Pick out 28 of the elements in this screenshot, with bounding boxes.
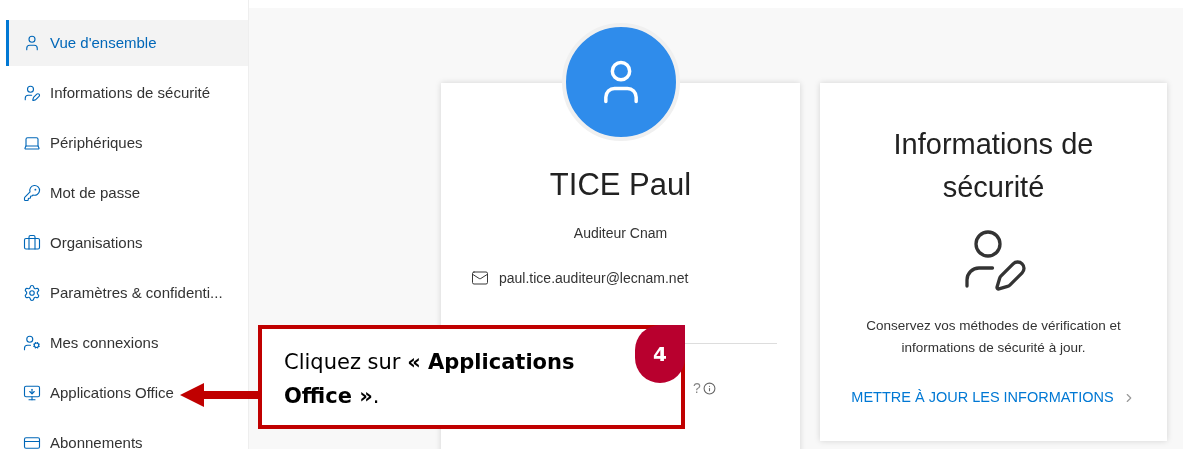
mail-icon bbox=[471, 269, 489, 287]
sidebar-item[interactable]: Paramètres & confidenti... bbox=[6, 270, 248, 316]
user-name: TICE Paul bbox=[549, 166, 692, 204]
card-description: Conservez vos méthodes de vérification et informations de sécurité à jour. bbox=[865, 317, 1122, 357]
settings-icon bbox=[23, 284, 41, 302]
sidebar-item[interactable]: Mot de passe bbox=[6, 170, 248, 216]
user-role: Auditeur Cnam bbox=[573, 223, 668, 243]
sidebar-item[interactable]: Vue d'ensemble bbox=[6, 20, 248, 66]
sidebar-item[interactable]: Périphériques bbox=[6, 120, 248, 166]
email-address: paul.tice.auditeur@lecnam.net bbox=[499, 268, 689, 288]
monitor-icon bbox=[23, 384, 41, 402]
sidebar-item[interactable]: Organisations bbox=[6, 220, 248, 266]
person-gear-icon bbox=[23, 334, 41, 352]
card-title: Informations de sécurité bbox=[892, 127, 1095, 205]
sidebar-item[interactable]: Abonnements bbox=[6, 420, 248, 449]
briefcase-icon bbox=[23, 234, 41, 252]
sidebar-item[interactable]: Applications Office bbox=[6, 370, 248, 416]
person-pen-icon bbox=[23, 84, 41, 102]
key-icon bbox=[23, 184, 41, 202]
update-link[interactable]: METTRE À JOUR LES INFORMATIONS bbox=[851, 387, 1136, 409]
info-icon bbox=[702, 381, 716, 395]
sidebar-item[interactable]: Mes connexions bbox=[6, 320, 248, 366]
link-text[interactable]: ? bbox=[693, 377, 701, 399]
laptop-icon bbox=[23, 134, 41, 152]
card-icon bbox=[23, 434, 41, 449]
callout-text: Cliquez sur « Applications Office ». bbox=[284, 350, 575, 408]
person-icon bbox=[23, 34, 41, 52]
sidebar-item[interactable]: Informations de sécurité bbox=[6, 70, 248, 116]
